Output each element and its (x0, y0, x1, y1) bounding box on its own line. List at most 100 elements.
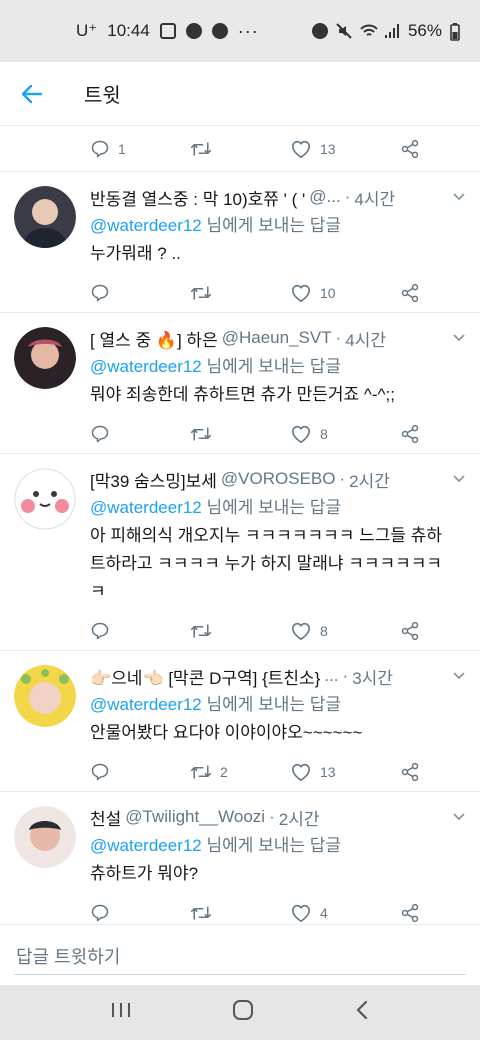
reply-tweet[interactable]: 👉🏻으네👈🏻 [막콘 D구역] {트친소} ... · 3시간 @waterde… (0, 651, 480, 792)
reply-composer[interactable]: 답글 트윗하기 (0, 925, 480, 985)
action-bar: 10 (90, 270, 470, 316)
reply-icon (91, 904, 109, 922)
mention-link[interactable]: @waterdeer12 (90, 216, 202, 235)
avatar[interactable] (14, 806, 76, 868)
page-title: 트윗 (84, 85, 121, 107)
action-bar: 2 13 (90, 749, 470, 795)
like-button[interactable]: 13 (290, 139, 400, 159)
reply-tweet[interactable]: [ 열스 중 🔥] 하은 @Haeun_SVT · 4시간 @waterdeer… (0, 313, 480, 454)
mention-link[interactable]: @waterdeer12 (90, 357, 202, 376)
user-handle: @... (309, 187, 341, 206)
like-count: 13 (320, 764, 336, 780)
like-button[interactable]: 13 (290, 762, 400, 782)
replying-to: @waterdeer12 님에게 보내는 답글 (90, 498, 342, 517)
retweet-button[interactable]: 2 (190, 762, 290, 782)
like-count: 13 (320, 141, 336, 157)
user-handle: @VOROSEBO (220, 469, 336, 488)
display-name: [ 열스 중 🔥] 하은 (90, 330, 218, 350)
parent-tweet-actions: 1 13 (0, 126, 480, 172)
share-button[interactable] (400, 283, 420, 303)
like-button[interactable]: 10 (290, 283, 400, 303)
reply-button[interactable] (90, 762, 190, 782)
share-icon (401, 139, 419, 159)
heart-icon (292, 904, 310, 922)
system-nav-bar (0, 985, 480, 1040)
battery-level: 56% (407, 21, 442, 40)
retweet-icon (190, 624, 212, 638)
tweet-text: 안물어봤다 요다야 이야이야오~~~~~~ (90, 723, 363, 742)
back-icon[interactable] (354, 999, 370, 1026)
like-button[interactable]: 8 (290, 621, 400, 641)
recent-apps-icon[interactable] (110, 1000, 132, 1025)
reply-feed: 1 13 반동결 열스중 : 막 10)호쮸 ' (' @... · 4시간 … (0, 126, 480, 925)
user-handle: ... (324, 666, 339, 685)
retweet-button[interactable] (190, 621, 290, 641)
chevron-down-icon[interactable] (448, 671, 470, 681)
share-button[interactable] (400, 424, 420, 444)
reply-button[interactable] (90, 283, 190, 303)
replying-to: @waterdeer12 님에게 보내는 답글 (90, 836, 342, 855)
retweet-icon (190, 765, 212, 779)
heart-icon (292, 284, 310, 302)
reply-button[interactable] (90, 621, 190, 641)
like-count: 8 (320, 623, 328, 639)
reply-icon (91, 284, 109, 302)
action-bar: 1 13 (90, 126, 470, 172)
retweet-button[interactable] (190, 903, 290, 923)
display-name: 👉🏻으네👈🏻 [막콘 D구역] {트친소} (90, 668, 321, 688)
reply-icon (91, 622, 109, 640)
avatar[interactable] (14, 186, 76, 248)
status-bar: U⁺ 10:44 ··· 56% (0, 0, 480, 62)
like-count: 8 (320, 426, 328, 442)
reply-tweet[interactable]: 천설 @Twilight__Woozi · 2시간 @waterdeer12 님… (0, 792, 480, 925)
avatar[interactable] (14, 665, 76, 727)
heart-icon (292, 425, 310, 443)
share-button[interactable] (400, 621, 420, 641)
reply-button[interactable]: 1 (90, 139, 190, 159)
timestamp: 2시간 (278, 809, 320, 829)
retweet-icon (190, 906, 212, 920)
signal-icon (384, 23, 400, 39)
like-button[interactable]: 4 (290, 903, 400, 923)
mention-link[interactable]: @waterdeer12 (90, 498, 202, 517)
reply-button[interactable] (90, 903, 190, 923)
tweet-text: 아 피해의식 개오지누 ㅋㅋㅋㅋㅋㅋㅋ 느그들 츄하트하라고 ㅋㅋㅋㅋ 누가 하… (90, 526, 443, 601)
reply-tweet[interactable]: 반동결 열스중 : 막 10)호쮸 ' ( ' @... · 4시간 @wate… (0, 172, 480, 313)
display-name: 반동결 열스중 : 막 10)호쮸 ' ( ' (90, 189, 306, 209)
user-handle: @Twilight__Woozi (125, 807, 266, 826)
retweet-button[interactable] (190, 424, 290, 444)
reply-input-placeholder[interactable]: 답글 트윗하기 (16, 943, 120, 969)
chevron-down-icon[interactable] (448, 192, 470, 202)
retweet-count: 2 (220, 764, 228, 780)
retweet-button[interactable] (190, 139, 290, 159)
timestamp: 4시간 (345, 330, 387, 350)
reply-button[interactable] (90, 424, 190, 444)
back-arrow-icon[interactable] (0, 62, 64, 126)
timestamp: 4시간 (354, 189, 396, 209)
retweet-button[interactable] (190, 283, 290, 303)
chevron-down-icon[interactable] (448, 474, 470, 484)
share-button[interactable] (400, 762, 420, 782)
like-button[interactable]: 8 (290, 424, 400, 444)
retweet-icon (190, 142, 212, 156)
timestamp: 3시간 (352, 668, 393, 688)
talk-icon (211, 23, 228, 39)
share-icon (401, 762, 419, 782)
display-name: [막39 숨스밍]보세 (90, 471, 217, 491)
chevron-down-icon[interactable] (448, 333, 470, 343)
retweet-icon (190, 286, 212, 300)
reply-tweet[interactable]: [막39 숨스밍]보세 @VOROSEBO · 2시간 @waterdeer12… (0, 454, 480, 651)
mention-link[interactable]: @waterdeer12 (90, 695, 202, 714)
replying-to: @waterdeer12 님에게 보내는 답글 (90, 695, 342, 714)
share-button[interactable] (400, 139, 420, 159)
avatar[interactable] (14, 468, 76, 530)
mention-link[interactable]: @waterdeer12 (90, 836, 202, 855)
share-icon (401, 424, 419, 444)
chevron-down-icon[interactable] (448, 812, 470, 822)
action-bar: 8 (90, 608, 470, 654)
home-icon[interactable] (231, 998, 255, 1027)
share-button[interactable] (400, 903, 420, 923)
timestamp: 2시간 (349, 471, 390, 491)
avatar[interactable] (14, 327, 76, 389)
mute-icon (336, 23, 352, 39)
